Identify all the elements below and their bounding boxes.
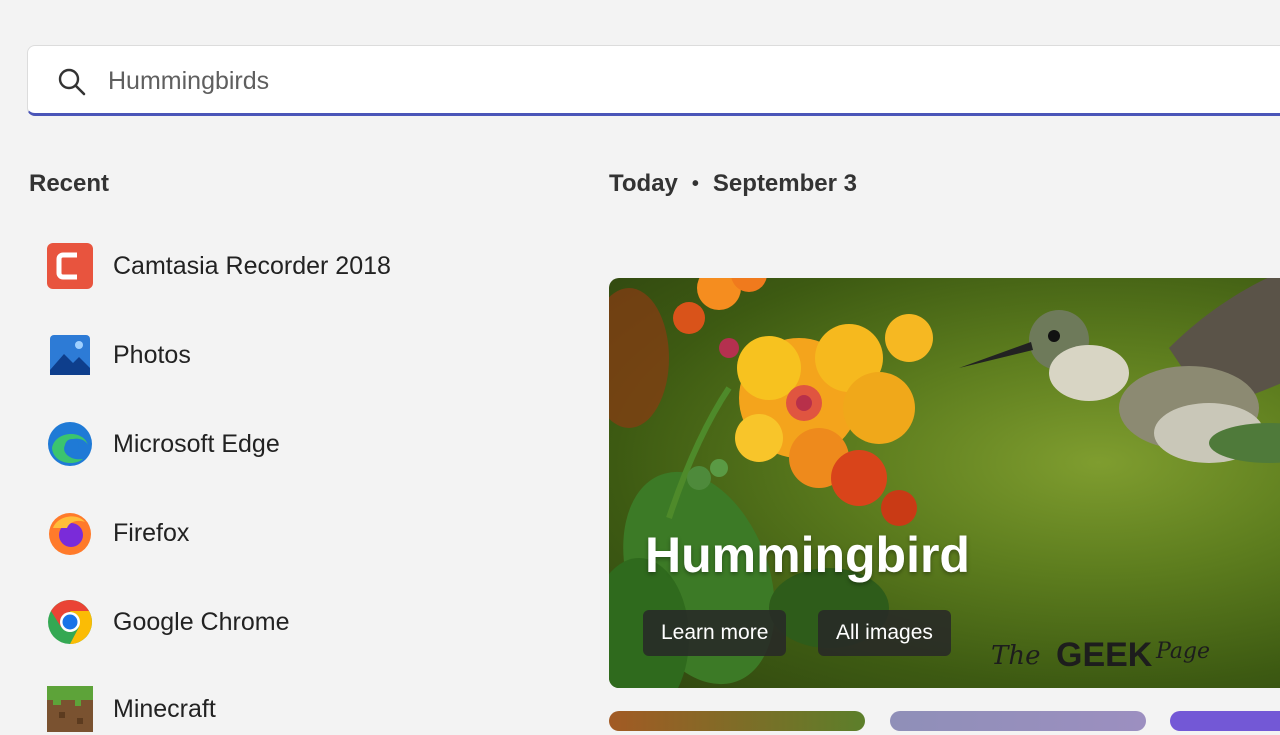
chrome-icon — [48, 600, 92, 644]
recent-item-edge[interactable]: Microsoft Edge — [47, 418, 507, 470]
recent-item-minecraft[interactable]: Minecraft — [47, 683, 507, 735]
recent-item-label: Google Chrome — [113, 607, 290, 636]
search-box[interactable] — [27, 45, 1280, 116]
recent-item-firefox[interactable]: Firefox — [47, 507, 507, 559]
watermark-the: The — [991, 641, 1040, 671]
recent-item-label: Camtasia Recorder 2018 — [113, 251, 391, 280]
story-card[interactable] — [609, 711, 865, 731]
date-label: September 3 — [712, 170, 857, 197]
hero-title: Hummingbird — [645, 527, 970, 583]
watermark-geek: GEEK — [1056, 636, 1153, 674]
story-card[interactable] — [1170, 711, 1280, 731]
search-icon — [58, 68, 86, 96]
minecraft-icon — [47, 686, 93, 732]
hero-card[interactable]: Hummingbird Learn more All images The GE… — [609, 278, 1280, 688]
the-geek-page-watermark: The GEEK Page — [991, 636, 1210, 674]
recent-item-label: Minecraft — [113, 694, 216, 723]
date-separator: • — [691, 172, 699, 195]
all-images-button[interactable]: All images — [818, 610, 951, 656]
search-input[interactable] — [106, 58, 1010, 104]
recent-item-label: Firefox — [113, 518, 190, 547]
recent-item-chrome[interactable]: Google Chrome — [47, 596, 507, 648]
today-label: Today — [609, 170, 678, 197]
recent-item-camtasia[interactable]: Camtasia Recorder 2018 — [47, 240, 507, 292]
recent-item-label: Microsoft Edge — [113, 429, 280, 458]
story-card[interactable] — [890, 711, 1146, 731]
today-heading: Today • September 3 — [609, 170, 857, 198]
recent-item-photos[interactable]: Photos — [47, 329, 507, 381]
recent-heading: Recent — [29, 170, 110, 197]
recent-item-label: Photos — [113, 340, 191, 369]
camtasia-icon — [47, 243, 93, 289]
edge-icon — [48, 422, 92, 466]
photos-icon — [50, 335, 90, 375]
watermark-page: Page — [1155, 639, 1210, 664]
learn-more-button[interactable]: Learn more — [643, 610, 787, 656]
firefox-icon — [49, 513, 91, 555]
